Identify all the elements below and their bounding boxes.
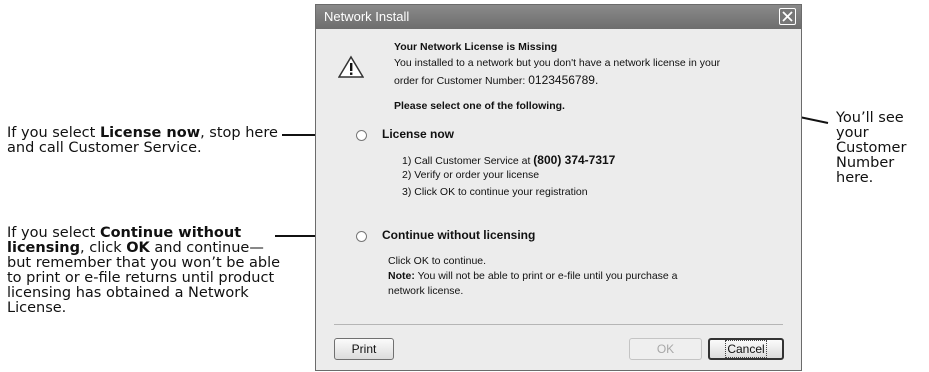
callout-continue-without: If you select Continue without licensing…: [7, 226, 282, 316]
callout-text: If you select: [7, 225, 100, 241]
message-line-2: order for Customer Number: 0123456789.: [394, 73, 598, 87]
callout-bold: License now: [99, 125, 201, 141]
continue-line-1: Click OK to continue.: [388, 255, 487, 267]
dialog-title: Network Install: [324, 9, 410, 24]
close-icon: [782, 11, 793, 22]
close-button[interactable]: [779, 8, 796, 25]
note-text: You will not be able to print or e-file …: [414, 270, 678, 282]
note-label: Note:: [388, 270, 415, 282]
instruction-text: Please select one of the following.: [394, 100, 565, 112]
missing-license-heading: Your Network License is Missing: [394, 41, 558, 53]
step-1: 1) Call Customer Service at (800) 374-73…: [402, 153, 615, 167]
step-3: 3) Click OK to continue your registratio…: [402, 186, 588, 198]
title-bar: Network Install: [316, 5, 801, 29]
network-install-dialog: Network Install Your Network License is …: [315, 4, 802, 371]
license-now-label[interactable]: License now: [382, 127, 454, 141]
continue-without-licensing-radio[interactable]: [356, 231, 367, 242]
phone-number: (800) 374-7317: [533, 153, 616, 167]
step-2: 2) Verify or order your license: [402, 169, 540, 181]
ok-button[interactable]: OK: [629, 338, 702, 360]
separator: [334, 324, 783, 325]
message-prefix: order for Customer Number:: [394, 75, 529, 87]
callout-bold: OK: [126, 240, 150, 256]
note-line-2: network license.: [388, 285, 464, 297]
message-line-1: You installed to a network but you don't…: [394, 57, 721, 69]
step-1-text: 1) Call Customer Service at: [402, 155, 534, 167]
license-now-radio[interactable]: [356, 130, 367, 141]
callout-text: , click: [80, 240, 127, 256]
continue-without-licensing-label[interactable]: Continue without licensing: [382, 228, 535, 242]
cancel-button[interactable]: Cancel: [708, 338, 784, 360]
callout-license-now: If you select License now, stop here and…: [7, 126, 282, 156]
callout-text: If you select: [7, 125, 100, 141]
note-line: Note: You will not be able to print or e…: [388, 270, 678, 282]
cancel-label: Cancel: [725, 340, 767, 358]
print-button[interactable]: Print: [334, 338, 394, 360]
warning-icon: [338, 55, 364, 78]
customer-number: 0123456789.: [528, 73, 599, 87]
callout-customer-number: You’ll see your Customer Number here.: [836, 110, 907, 186]
